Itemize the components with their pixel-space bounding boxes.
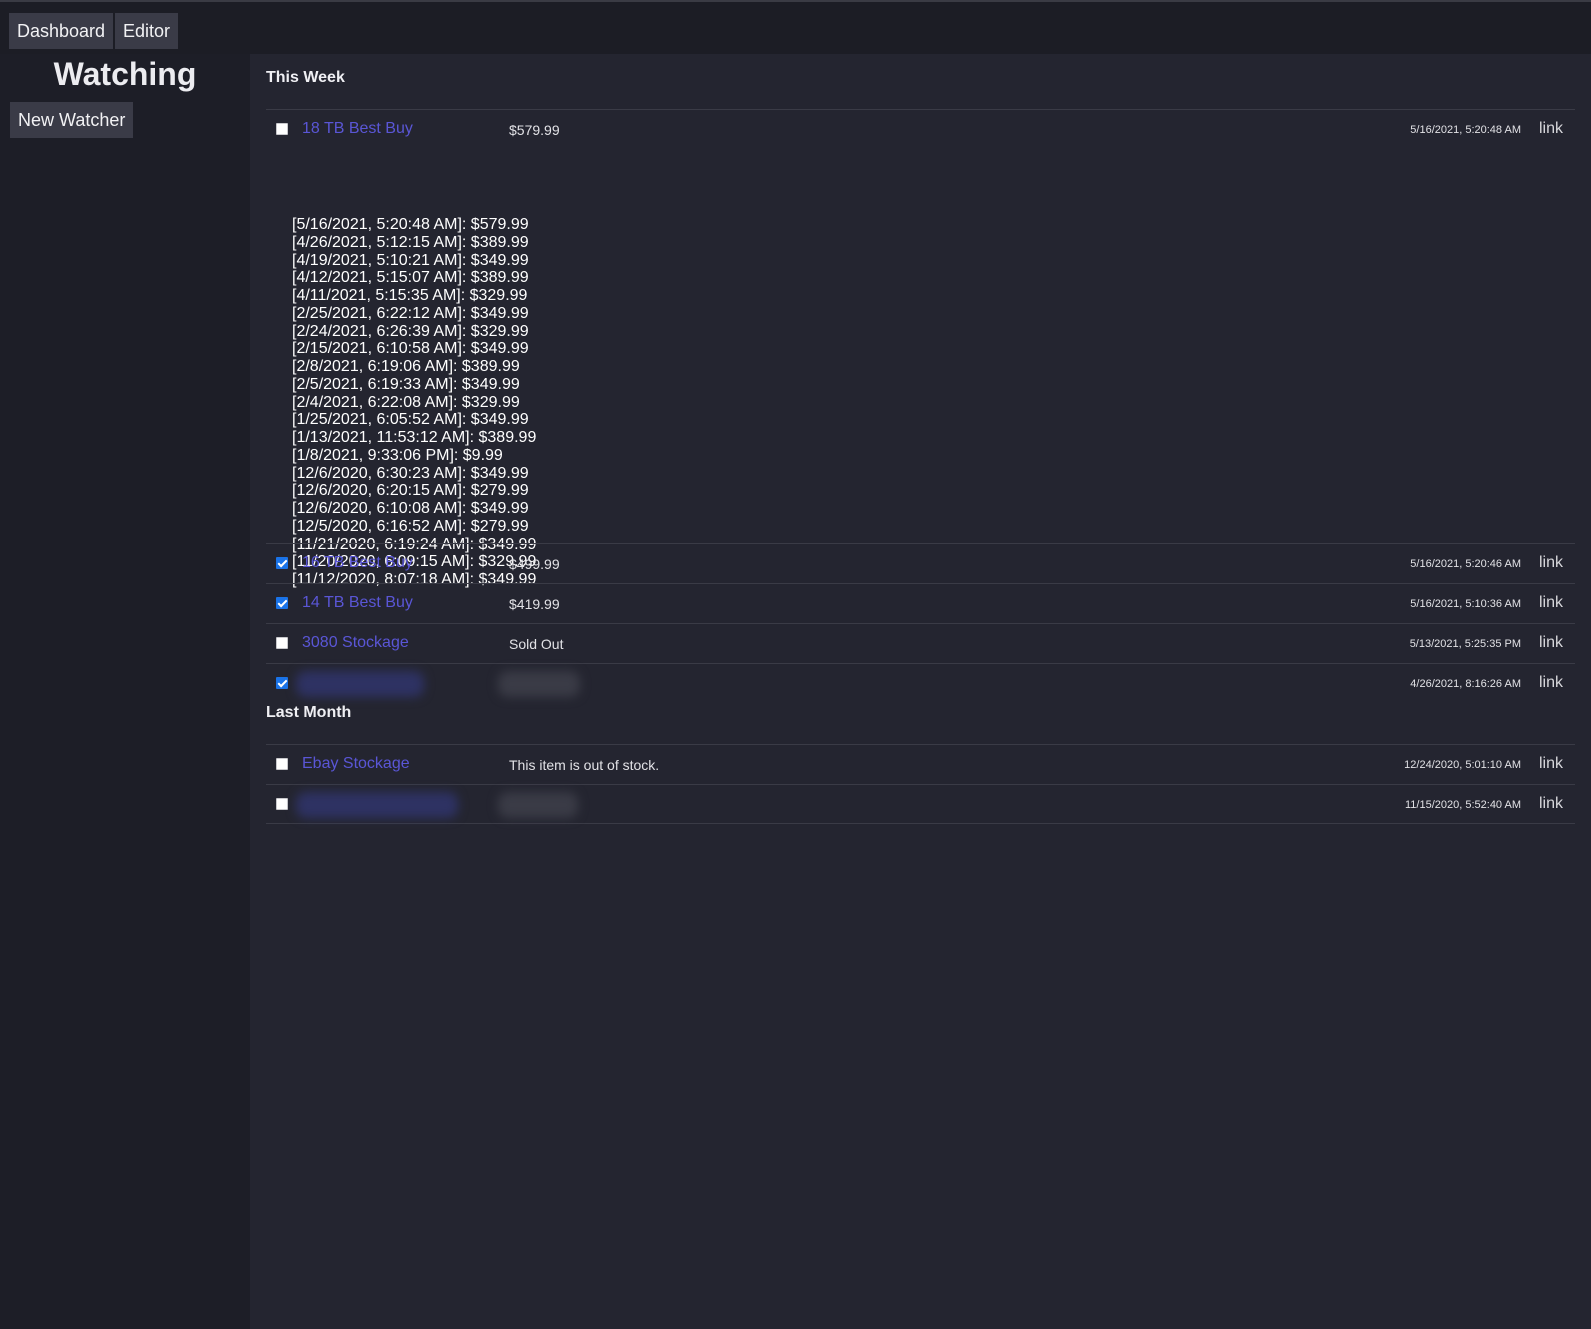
price-history-entry: [1/8/2021, 9:33:06 PM]: $9.99 xyxy=(292,446,503,464)
watcher-checkbox[interactable] xyxy=(276,597,288,609)
price-history-entry: [12/6/2020, 6:20:15 AM]: $279.99 xyxy=(292,482,529,500)
watcher-external-link[interactable]: link xyxy=(1539,795,1563,813)
watcher-checkbox[interactable] xyxy=(276,758,288,770)
watcher-row: 16 TB Best Buy $499.99 5/16/2021, 5:20:4… xyxy=(266,543,1575,583)
watcher-name-link[interactable]: Ebay Stockage xyxy=(302,755,410,773)
watcher-external-link[interactable]: link xyxy=(1539,120,1563,138)
price-history-entry: [5/16/2021, 5:20:48 AM]: $579.99 xyxy=(292,216,529,233)
price-history-entry: [1/25/2021, 6:05:52 AM]: $349.99 xyxy=(292,411,529,429)
watcher-price: $579.99 xyxy=(509,122,560,138)
section-title-this-week: This Week xyxy=(266,69,345,86)
watcher-row-expanded: 18 TB Best Buy $579.99 5/16/2021, 5:20:4… xyxy=(266,109,1575,588)
watcher-price: Sold Out xyxy=(509,636,564,652)
price-history-entry: [4/19/2021, 5:10:21 AM]: $349.99 xyxy=(292,251,529,269)
watcher-external-link[interactable]: link xyxy=(1539,674,1563,692)
section-title-last-month: Last Month xyxy=(266,704,352,721)
watcher-row: 14 TB Best Buy $419.99 5/16/2021, 5:10:3… xyxy=(266,583,1575,623)
redacted-price xyxy=(498,671,580,697)
price-history-entry: [12/6/2020, 6:10:08 AM]: $349.99 xyxy=(292,500,529,517)
watcher-timestamp: 11/15/2020, 5:52:40 AM xyxy=(1405,799,1521,811)
watcher-price: $499.99 xyxy=(509,556,560,572)
price-history-entry: [2/25/2021, 6:22:12 AM]: $349.99 xyxy=(292,304,529,322)
watcher-checkbox[interactable] xyxy=(276,637,288,649)
watcher-row: Ebay Stockage This item is out of stock.… xyxy=(266,744,1575,784)
watcher-name-link[interactable]: 3080 Stockage xyxy=(302,634,409,652)
watcher-timestamp: 5/16/2021, 5:20:48 AM xyxy=(1410,124,1521,136)
price-history-entry: [2/15/2021, 6:10:58 AM]: $349.99 xyxy=(292,340,529,358)
watcher-external-link[interactable]: link xyxy=(1539,634,1563,652)
new-watcher-button[interactable]: New Watcher xyxy=(10,102,134,138)
redacted-name xyxy=(296,671,424,697)
price-history-entry: [4/12/2021, 5:15:07 AM]: $389.99 xyxy=(292,269,529,287)
watcher-checkbox[interactable] xyxy=(276,123,288,135)
watcher-name-link[interactable]: 16 TB Best Buy xyxy=(302,554,413,572)
sidebar: Watching New Watcher xyxy=(0,54,250,1329)
watcher-checkbox[interactable] xyxy=(276,798,288,810)
watcher-checkbox[interactable] xyxy=(276,557,288,569)
sidebar-title: Watching xyxy=(53,56,197,92)
watcher-external-link[interactable]: link xyxy=(1539,755,1563,773)
watcher-checkbox[interactable] xyxy=(276,677,288,689)
editor-button[interactable]: Editor xyxy=(115,13,179,49)
price-history-entry: [2/5/2021, 6:19:33 AM]: $349.99 xyxy=(292,375,520,393)
watcher-timestamp: 4/26/2021, 8:16:26 AM xyxy=(1410,678,1521,690)
watcher-name-link[interactable]: 18 TB Best Buy xyxy=(302,120,413,138)
redacted-name xyxy=(296,792,458,818)
price-history-entry: [12/6/2020, 6:30:23 AM]: $349.99 xyxy=(292,464,529,482)
price-history-entry: [12/5/2020, 6:16:52 AM]: $279.99 xyxy=(292,517,529,535)
watcher-price: This item is out of stock. xyxy=(509,757,660,773)
dashboard-button[interactable]: Dashboard xyxy=(9,13,114,49)
watcher-name-link[interactable]: 14 TB Best Buy xyxy=(302,594,413,612)
price-history-entry: [2/8/2021, 6:19:06 AM]: $389.99 xyxy=(292,358,520,375)
price-history-entry: [2/4/2021, 6:22:08 AM]: $329.99 xyxy=(292,393,520,411)
price-history-entry: [1/13/2021, 11:53:12 AM]: $389.99 xyxy=(292,429,537,446)
top-nav-bar: Dashboard Editor xyxy=(0,0,1591,54)
redacted-price xyxy=(498,792,578,818)
watcher-row-redacted: 4/26/2021, 8:16:26 AM link xyxy=(266,663,1575,703)
watcher-price: $419.99 xyxy=(509,596,560,612)
watcher-list-panel: This Week 18 TB Best Buy $579.99 5/16/20… xyxy=(250,54,1591,1329)
price-history-entry: [4/11/2021, 5:15:35 AM]: $329.99 xyxy=(292,287,528,304)
watcher-row-redacted: 11/15/2020, 5:52:40 AM link xyxy=(266,784,1575,824)
watcher-timestamp: 5/16/2021, 5:10:36 AM xyxy=(1410,598,1521,610)
price-history-entry: [4/26/2021, 5:12:15 AM]: $389.99 xyxy=(292,233,529,251)
watcher-timestamp: 5/16/2021, 5:20:46 AM xyxy=(1410,558,1521,570)
price-history-entry: [2/24/2021, 6:26:39 AM]: $329.99 xyxy=(292,322,529,340)
watcher-timestamp: 12/24/2020, 5:01:10 AM xyxy=(1404,759,1521,771)
watcher-timestamp: 5/13/2021, 5:25:35 PM xyxy=(1409,638,1521,650)
watcher-row: 3080 Stockage Sold Out 5/13/2021, 5:25:3… xyxy=(266,623,1575,663)
watcher-external-link[interactable]: link xyxy=(1539,554,1563,572)
price-history-list: [5/16/2021, 5:20:48 AM]: $579.99 [4/26/2… xyxy=(292,216,536,589)
watcher-external-link[interactable]: link xyxy=(1539,594,1563,612)
